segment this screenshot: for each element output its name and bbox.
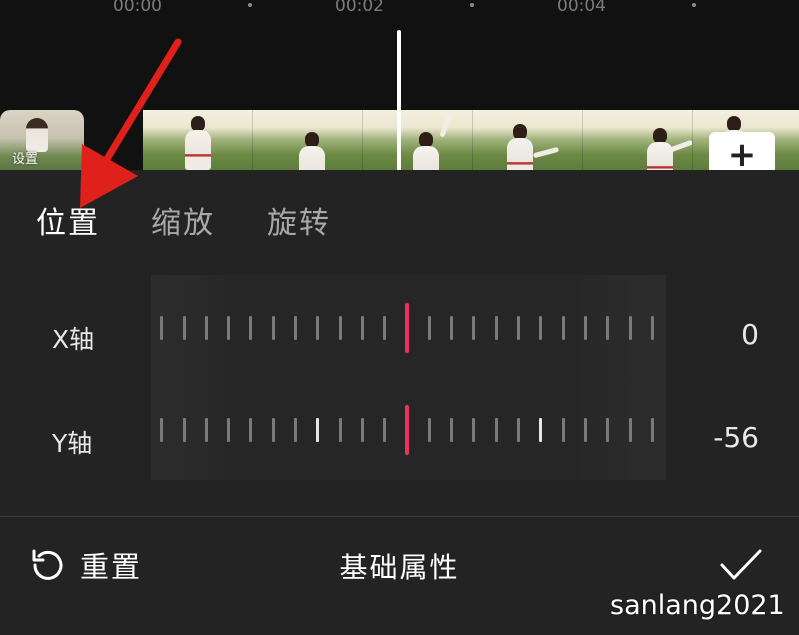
ruler-tick — [182, 316, 186, 340]
ruler-tick — [628, 418, 632, 442]
time-dot — [470, 3, 474, 7]
video-frame — [473, 110, 583, 170]
ruler-tick — [294, 316, 297, 340]
ruler-tick — [628, 316, 632, 340]
y-axis-label: Y轴 — [52, 429, 93, 458]
ruler-tick — [227, 418, 231, 442]
ruler-tick — [450, 316, 454, 340]
x-axis-value: 0 — [741, 318, 759, 351]
ruler-tick — [227, 316, 231, 340]
panel-title: 基础属性 — [339, 551, 460, 584]
ruler-tick — [316, 316, 320, 340]
y-axis-ruler[interactable] — [151, 405, 666, 455]
ruler-tick — [583, 418, 587, 442]
add-clip-button[interactable]: + — [709, 132, 775, 170]
ruler-tick — [316, 418, 320, 442]
ruler-tick — [561, 418, 565, 442]
dancer-figure — [507, 138, 533, 170]
y-axis-value: -56 — [713, 421, 759, 454]
ruler-tick — [427, 316, 431, 340]
playhead[interactable] — [397, 30, 401, 170]
cover-thumbnail — [26, 118, 48, 152]
dancer-figure — [647, 142, 673, 170]
ruler-center-indicator — [405, 303, 409, 353]
dancer-figure — [666, 139, 692, 154]
ruler-tick — [517, 316, 520, 340]
ruler-tick — [204, 418, 208, 442]
ruler-tick — [650, 418, 654, 442]
ruler-tick — [271, 316, 275, 340]
divider — [0, 516, 799, 517]
ruler-tick — [338, 316, 342, 340]
ruler-tick — [450, 418, 454, 442]
checkmark-icon — [720, 549, 762, 580]
ruler-tick — [472, 418, 476, 442]
x-axis-label: X轴 — [52, 325, 95, 354]
ruler-tick — [583, 316, 587, 340]
ruler-tick — [606, 316, 610, 340]
ruler-tick — [383, 418, 387, 442]
ruler-tick — [182, 418, 186, 442]
ruler-tick — [249, 316, 253, 340]
x-axis-ruler[interactable] — [151, 303, 666, 353]
ruler-tick — [383, 316, 387, 340]
watermark: sanlang2021 — [610, 590, 785, 621]
ruler-tick — [539, 316, 543, 340]
ruler-tick — [472, 316, 476, 340]
ruler-tick — [271, 418, 275, 442]
ruler-tick — [249, 418, 253, 442]
ruler-tick — [427, 418, 431, 442]
ruler-tick — [360, 418, 364, 442]
video-track[interactable] — [143, 110, 799, 170]
annotation-arrow — [80, 38, 182, 208]
time-dot — [248, 3, 252, 7]
ruler-tick — [338, 418, 342, 442]
ruler-tick — [494, 316, 498, 340]
plus-icon: + — [727, 135, 757, 170]
dancer-figure — [439, 111, 453, 138]
ruler-tick — [360, 316, 364, 340]
ruler-tick — [517, 418, 520, 442]
time-dot — [692, 3, 696, 7]
ruler-tick — [539, 418, 543, 442]
ruler-tick — [204, 316, 208, 340]
ruler-tick — [494, 418, 498, 442]
ruler-tick — [294, 418, 297, 442]
ruler-tick — [561, 316, 565, 340]
time-label: 00:02 — [335, 0, 384, 16]
tab-rotate[interactable]: 旋转 — [267, 198, 331, 242]
time-label: 00:04 — [557, 0, 606, 16]
ruler-center-indicator — [405, 405, 409, 455]
video-frame — [583, 110, 693, 170]
confirm-button[interactable] — [718, 546, 764, 584]
ruler-tick — [606, 418, 610, 442]
ruler-tick — [160, 418, 164, 442]
dancer-figure — [413, 146, 439, 170]
ruler-tick — [650, 316, 654, 340]
cover-label: 设置 — [12, 152, 39, 167]
video-frame — [253, 110, 363, 170]
video-frame — [363, 110, 473, 170]
editor-panel: 00:00 00:02 00:04 设置 + 位置 缩放 旋转 X轴 0 Y轴 … — [0, 0, 799, 635]
time-label: 00:00 — [113, 0, 162, 16]
dancer-figure — [532, 146, 560, 159]
ruler-tick — [160, 316, 164, 340]
dancer-figure — [299, 146, 325, 170]
